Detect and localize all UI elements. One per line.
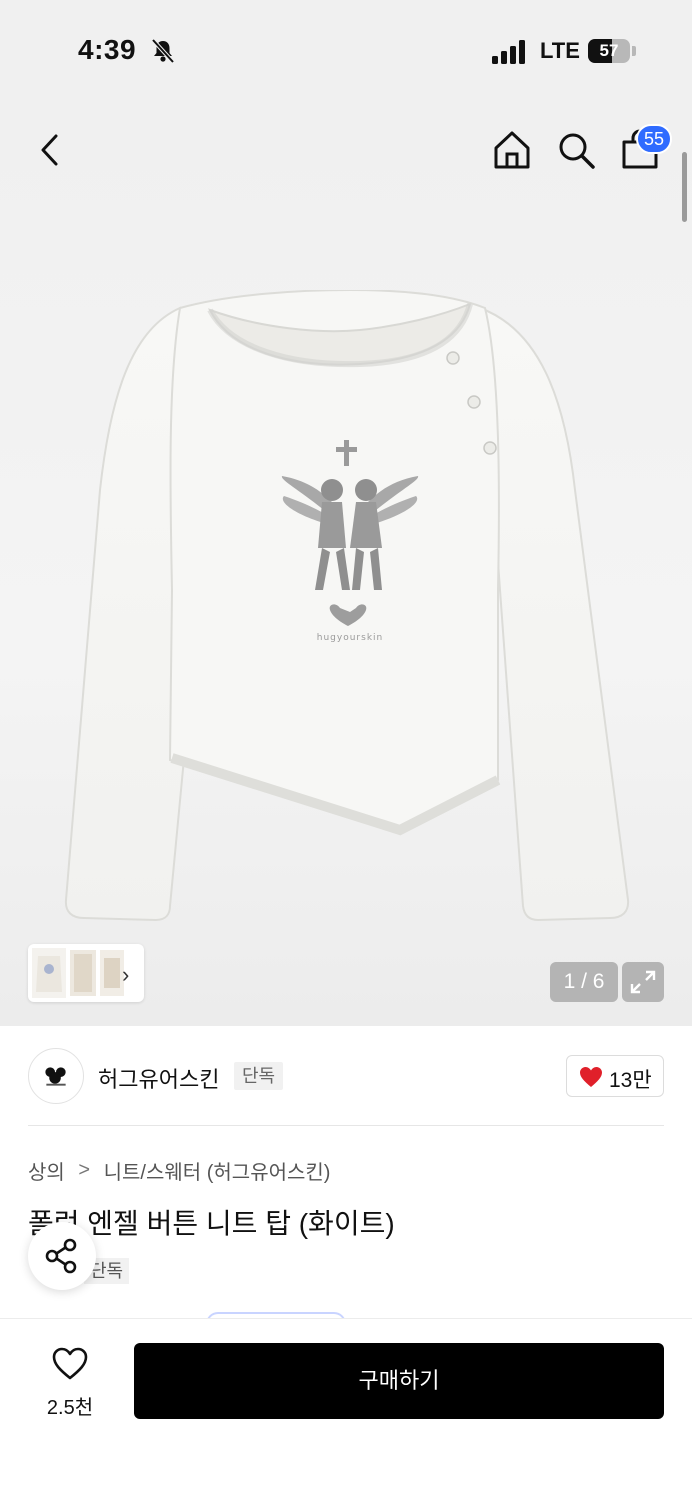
breadcrumb-chevron-icon: > — [78, 1159, 91, 1181]
buy-button[interactable]: 구매하기 — [134, 1343, 664, 1419]
cart-count-badge: 55 — [636, 124, 673, 154]
heart-outline-icon — [52, 1347, 88, 1380]
image-counter: 1 / 6 — [550, 962, 618, 1002]
brand-like-button[interactable]: 13만 — [566, 1055, 664, 1097]
thumbnail-chevron-icon[interactable]: › — [122, 962, 129, 988]
svg-text:hugyourskin: hugyourskin — [317, 633, 383, 643]
heart-filled-icon — [580, 1067, 602, 1087]
home-icon[interactable] — [488, 126, 536, 174]
back-chevron-icon[interactable] — [26, 126, 74, 174]
breadcrumb-item-category[interactable]: 상의 — [28, 1162, 65, 1184]
breadcrumb: 상의 > 니트/스웨터 (허그유어스킨) — [28, 1156, 330, 1185]
bottom-action-bar: 2.5천 구매하기 — [0, 1318, 692, 1500]
signal-icon — [492, 40, 525, 64]
brand-name[interactable]: 허그유어스킨 — [98, 1062, 219, 1094]
network-type: LTE — [540, 38, 580, 63]
brand-like-count: 13만 — [609, 1069, 652, 1092]
status-time: 4:39 — [78, 34, 137, 65]
battery-level: 57 — [599, 41, 619, 60]
exclusive-badge: 단독 — [234, 1062, 284, 1090]
breadcrumb-item-subcategory[interactable]: 니트/스웨터 (허그유어스킨) — [104, 1162, 331, 1184]
divider — [28, 1125, 664, 1126]
bell-slash-icon — [151, 38, 175, 64]
battery-icon: 57 — [588, 39, 630, 63]
wishlist-count: 2.5천 — [46, 1397, 94, 1419]
wishlist-button[interactable]: 2.5천 — [30, 1347, 110, 1423]
brand-row[interactable]: 허그유어스킨 단독 13만 — [0, 1026, 692, 1126]
expand-icon[interactable] — [622, 962, 664, 1002]
scroll-indicator — [682, 152, 687, 222]
search-icon[interactable] — [552, 126, 600, 174]
battery-tip — [632, 46, 636, 56]
product-image[interactable]: hugyourskin — [60, 290, 632, 940]
brand-logo[interactable] — [28, 1048, 84, 1104]
status-bar: 4:39 LTE 57 — [0, 0, 692, 100]
share-icon[interactable] — [28, 1222, 96, 1290]
product-gallery[interactable]: 55 hugyourskin › 1 / 6 — [0, 100, 692, 1026]
